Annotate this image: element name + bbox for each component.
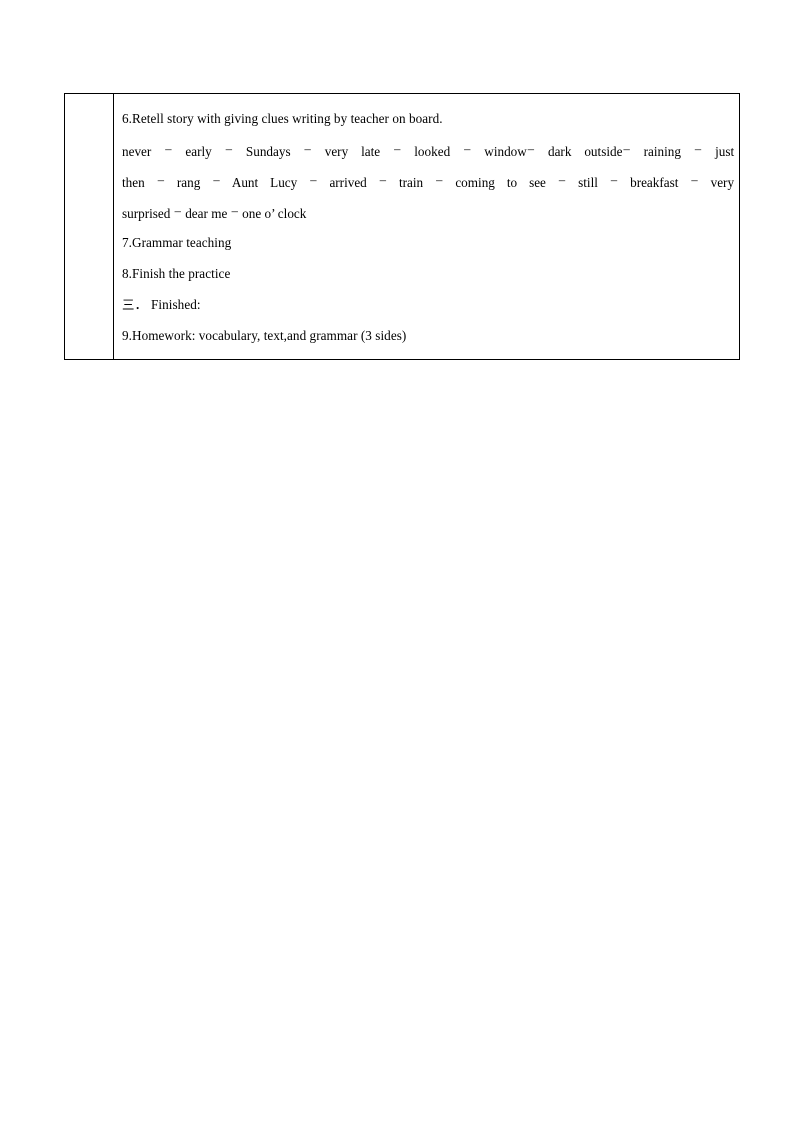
clue-token: then [122,174,145,190]
clue-line-3: surprised – dear me – one o’ clock [122,196,735,227]
clue-separator-dash: – [310,173,317,187]
clue-token: rang [176,174,201,190]
clue-token: one o’ clock [242,205,307,221]
clue-separator-dash: – [694,142,702,156]
clue-separator-dash: – [691,173,698,187]
clue-separator-dash: – [623,142,630,156]
lesson-item-homework: 9.Homework: vocabulary, text,and grammar… [122,328,407,343]
clue-token: raining [643,143,681,159]
clue-token: never [122,143,152,159]
clue-separator-dash: – [558,173,566,187]
table-label-column [64,93,114,360]
table-content-column: 6.Retell story with giving clues writing… [113,93,740,360]
clue-separator-dash: – [213,173,220,187]
clue-separator-dash: – [464,142,471,156]
clue-token: breakfast [630,174,679,190]
clue-token: very late [324,143,381,159]
clue-token: very [710,174,735,190]
lesson-item-grammar: 7.Grammar teaching [122,235,232,250]
clue-separator-dash: – [174,204,181,218]
clue-separator-dash: – [157,173,164,187]
clue-separator-dash: – [165,142,172,156]
lesson-item-retell: 6.Retell story with giving clues writing… [122,111,443,126]
section-heading-finished: 三． Finished: [122,289,735,320]
clue-separator-dash: – [304,142,311,156]
clue-token: dark outside [547,143,623,159]
clue-separator-dash: – [610,173,618,187]
clue-separator-dash: – [527,142,535,156]
clue-token: dear me [185,205,228,221]
clue-token: Sundays [245,143,291,159]
table-row: 6.Retell story with giving clues writing… [64,93,740,360]
clue-token: early [185,143,212,159]
clue-token: looked [414,143,451,159]
clue-separator-dash: – [436,173,443,187]
clue-token: coming to see [455,174,546,190]
clue-separator-dash: – [231,204,238,218]
document-page: 6.Retell story with giving clues writing… [0,0,794,1123]
table-body: 6.Retell story with giving clues writing… [64,93,740,360]
clue-token: just [715,143,735,159]
clue-token: window [484,143,527,159]
clue-line-2: then – rang – Aunt Lucy – arrived – trai… [122,165,735,196]
clue-separator-dash: – [225,142,232,156]
clue-token: still [578,174,598,190]
clue-token: Aunt Lucy [231,174,298,190]
lesson-item-practice: 8.Finish the practice [122,266,231,281]
lesson-plan-table: 6.Retell story with giving clues writing… [64,93,740,360]
clue-separator-dash: – [394,142,401,156]
clue-separator-dash: – [379,173,386,187]
section-marker-cjk-three: 三 [122,297,135,312]
clue-token: surprised [122,205,171,221]
section-heading-text: ． Finished: [134,297,201,312]
clue-token: arrived [329,174,367,190]
clue-token: train [398,174,424,190]
clue-line-1: never – early – Sundays – very late – lo… [122,134,735,165]
